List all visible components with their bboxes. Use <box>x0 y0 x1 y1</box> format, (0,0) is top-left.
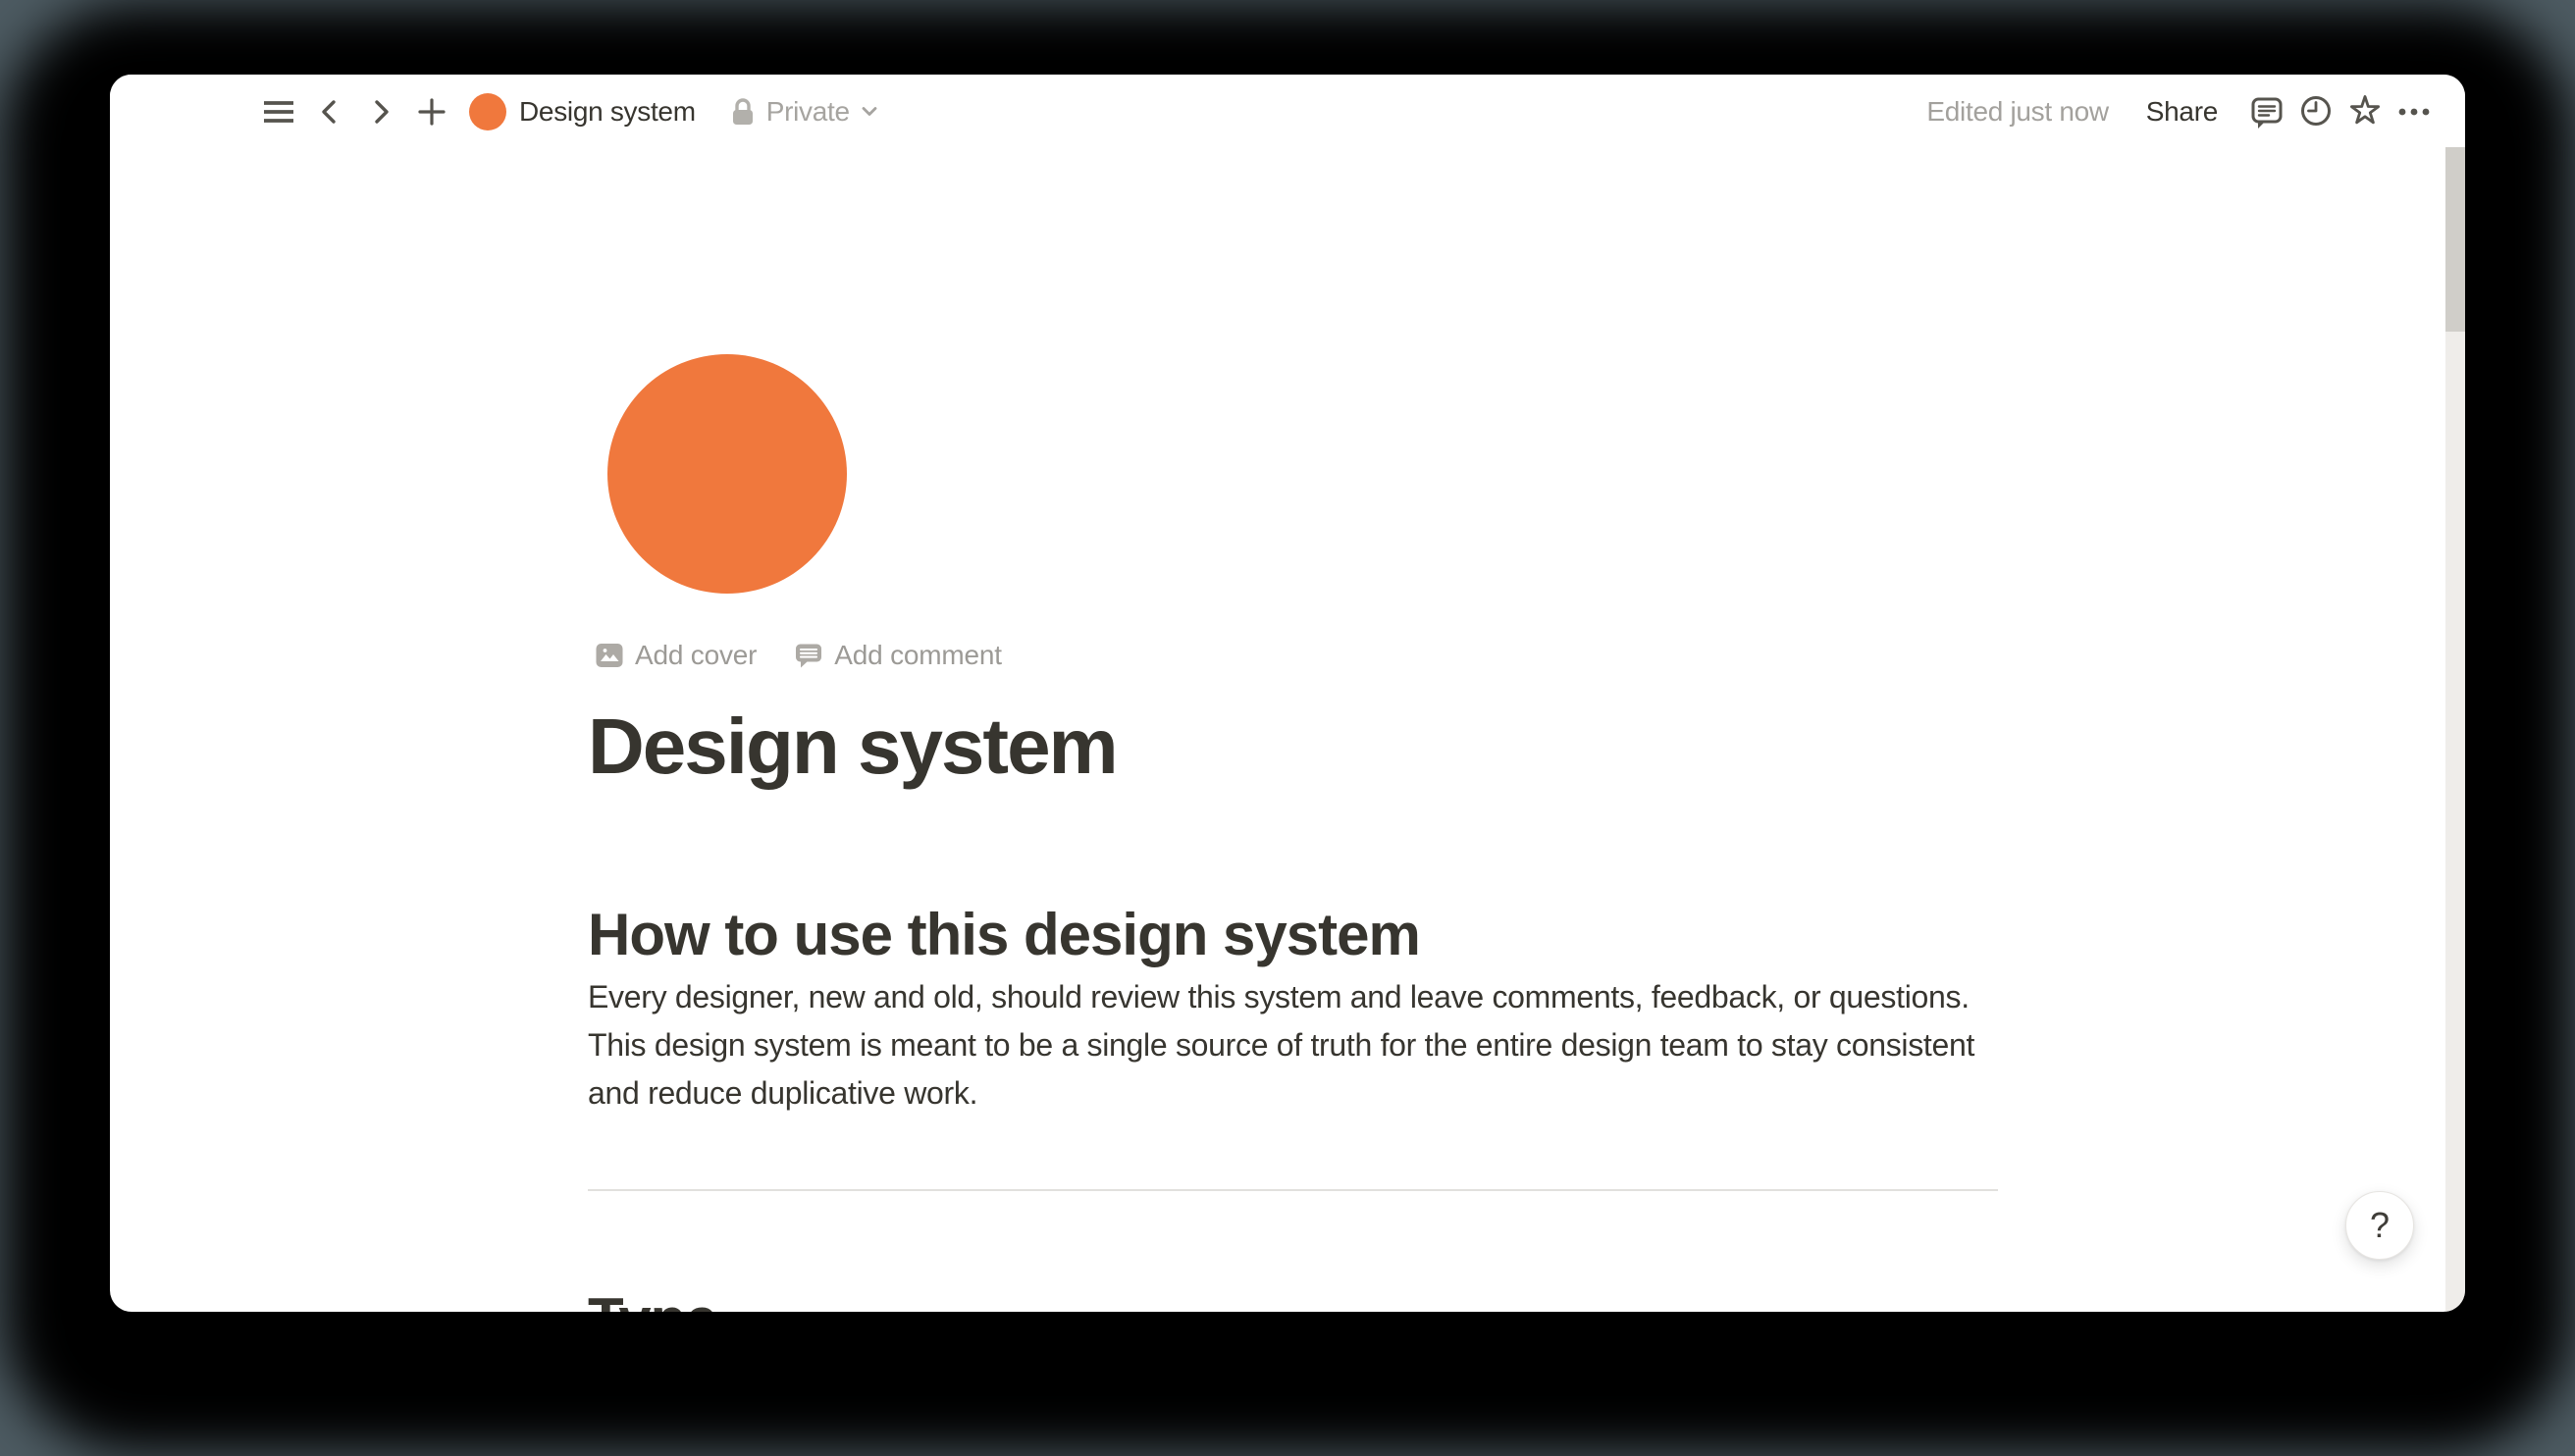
star-icon <box>2345 92 2385 131</box>
breadcrumb-page-title: Design system <box>519 96 696 128</box>
page-icon-small <box>469 93 506 130</box>
section-paragraph[interactable]: Every designer, new and old, should revi… <box>588 973 2013 1118</box>
toolbar-right-group: Edited just now Share <box>1926 90 2436 133</box>
top-toolbar: Design system Private Edited just now Sh… <box>110 75 2465 149</box>
comment-filled-icon <box>794 641 823 670</box>
favorite-button[interactable] <box>2343 90 2387 133</box>
clock-history-icon <box>2296 92 2336 131</box>
chevron-right-icon <box>363 94 398 130</box>
privacy-label: Private <box>766 96 850 128</box>
next-section-heading[interactable]: Type <box>588 1281 717 1312</box>
page-content: Add cover Add comment Design system How … <box>110 75 2465 1312</box>
add-cover-button[interactable]: Add cover <box>591 636 764 675</box>
page-title[interactable]: Design system <box>588 700 1117 794</box>
plus-icon <box>414 94 449 130</box>
ellipsis-icon <box>2392 92 2436 131</box>
add-cover-label: Add cover <box>635 640 757 671</box>
cover-image-icon <box>595 641 624 670</box>
scrollbar-thumb[interactable] <box>2445 147 2465 332</box>
divider <box>588 1189 1998 1191</box>
nav-group <box>257 90 453 133</box>
page-icon-large[interactable] <box>607 354 847 594</box>
add-comment-label: Add comment <box>834 640 1002 671</box>
page-action-row: Add cover Add comment <box>591 636 1010 675</box>
scrollbar-track[interactable] <box>2445 147 2465 1312</box>
sidebar-toggle-button[interactable] <box>257 90 300 133</box>
desktop-background: Design system Private Edited just now Sh… <box>0 0 2575 1456</box>
help-button[interactable]: ? <box>2345 1191 2414 1260</box>
new-page-button[interactable] <box>410 90 453 133</box>
add-comment-button[interactable]: Add comment <box>790 636 1010 675</box>
hamburger-menu-icon <box>259 92 298 131</box>
comment-bubble-icon <box>2247 92 2286 131</box>
section-heading[interactable]: How to use this design system <box>588 897 1420 973</box>
lock-icon <box>729 95 757 129</box>
privacy-menu[interactable]: Private <box>729 95 879 129</box>
breadcrumb[interactable]: Design system <box>469 93 696 130</box>
chevron-left-icon <box>312 94 347 130</box>
back-button[interactable] <box>308 90 351 133</box>
edited-status: Edited just now <box>1926 96 2108 128</box>
notion-window: Design system Private Edited just now Sh… <box>110 75 2465 1312</box>
chevron-down-icon <box>860 105 879 119</box>
comments-button[interactable] <box>2245 90 2288 133</box>
forward-button[interactable] <box>359 90 402 133</box>
updates-button[interactable] <box>2294 90 2338 133</box>
share-button[interactable]: Share <box>2132 90 2232 133</box>
more-options-button[interactable] <box>2392 90 2436 133</box>
